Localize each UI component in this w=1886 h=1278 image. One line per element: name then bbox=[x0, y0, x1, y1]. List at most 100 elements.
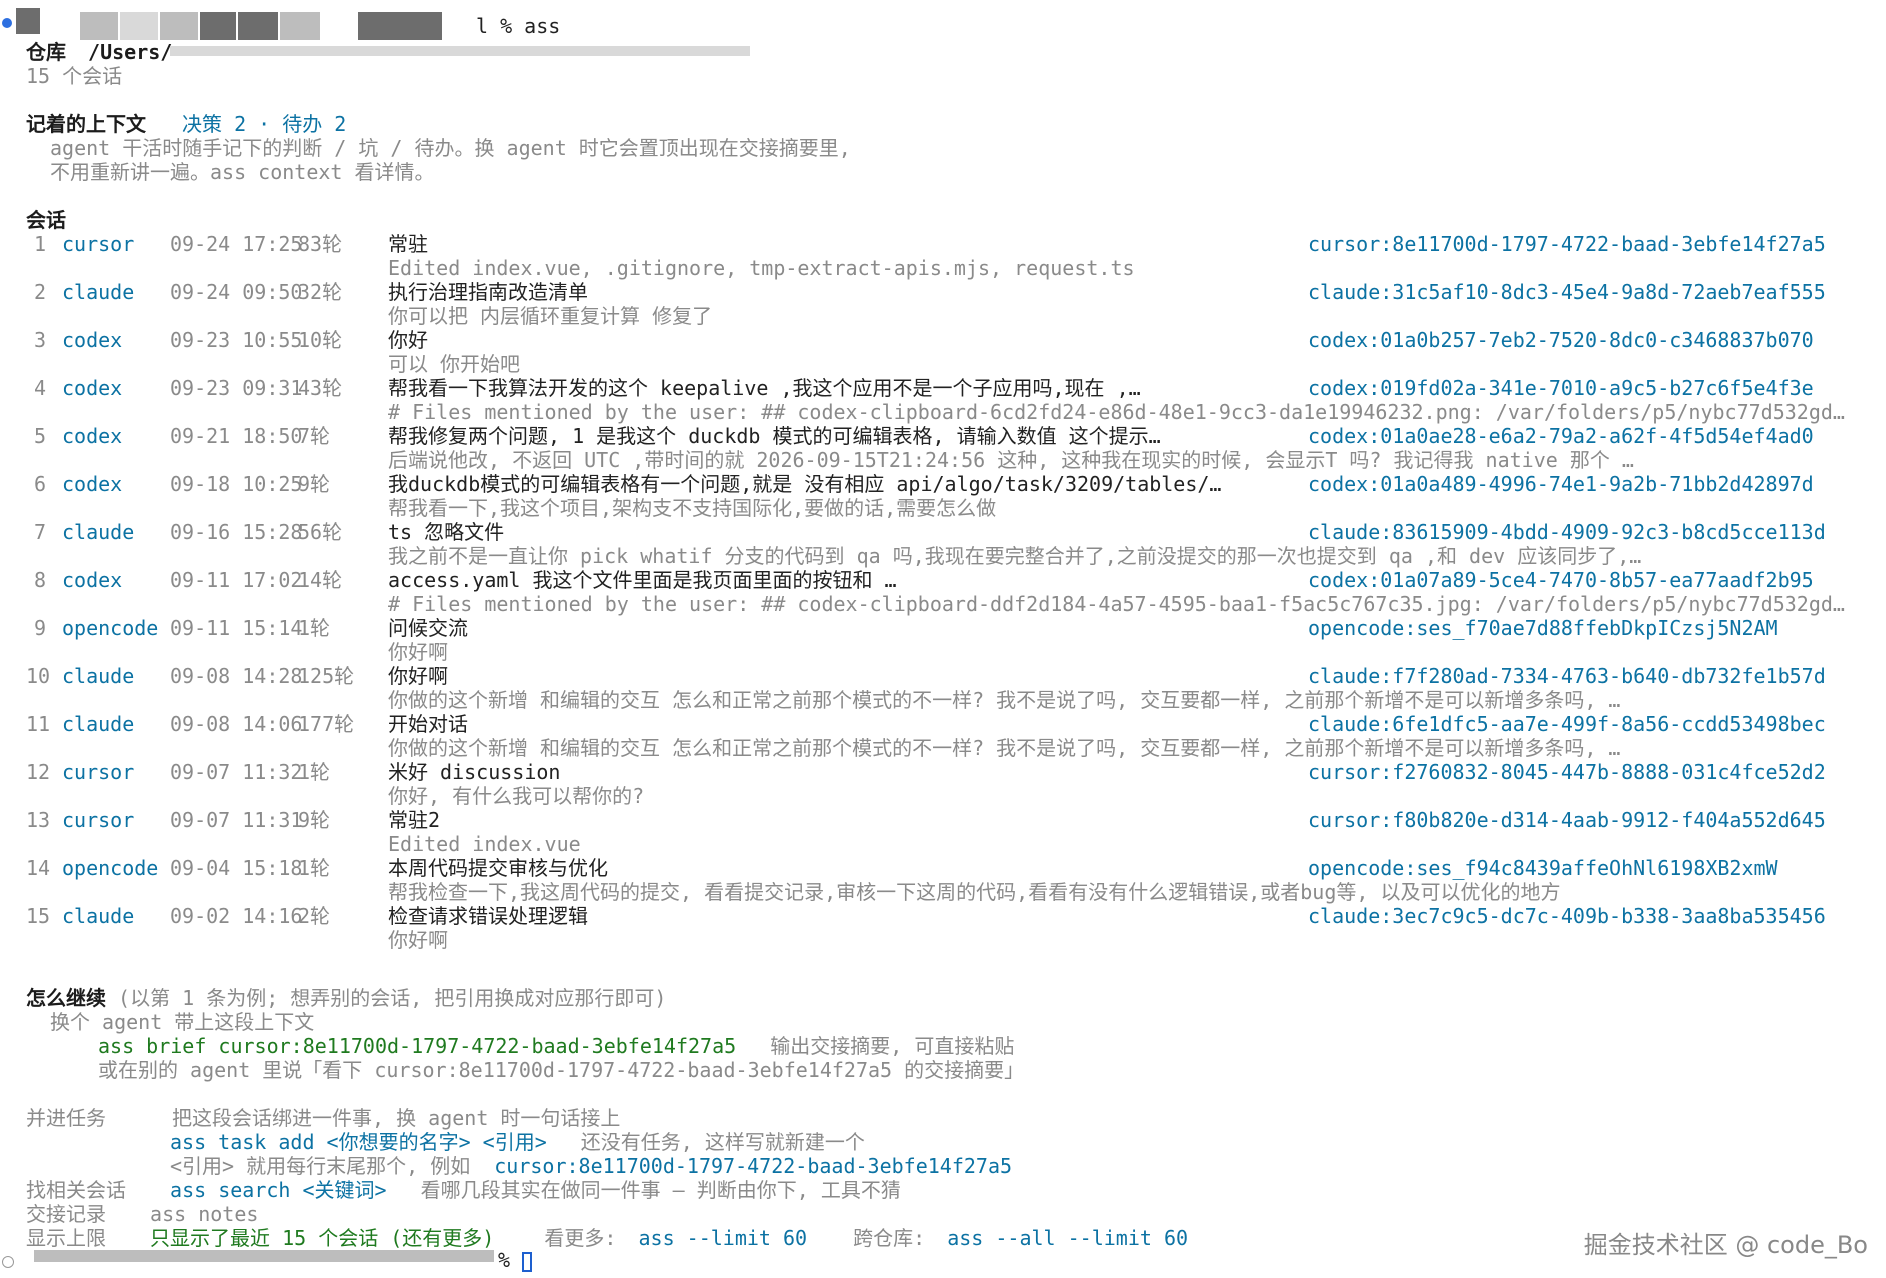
tasks-row: 并进任务 把这段会话绑进一件事, 换 agent 时一句话接上 bbox=[26, 1106, 620, 1130]
session-index: 2 bbox=[34, 280, 47, 304]
session-title: ts 忽略文件 bbox=[388, 520, 505, 544]
session-id[interactable]: claude:3ec7c9c5-dc7c-409b-b338-3aa8ba535… bbox=[1308, 904, 1826, 928]
session-title: 常驻 bbox=[388, 232, 428, 256]
task-ref-example[interactable]: cursor:8e11700d-1797-4722-baad-3ebfe14f2… bbox=[494, 1154, 1012, 1178]
blurred-region bbox=[80, 12, 118, 40]
session-id[interactable]: codex:01a07a89-5ce4-7470-8b57-ea77aadf2b… bbox=[1308, 568, 1814, 592]
task-add-command[interactable]: ass task add <你想要的名字> <引用> bbox=[170, 1130, 547, 1154]
session-id[interactable]: codex:01a0a489-4996-74e1-9a2b-71bb2d4289… bbox=[1308, 472, 1814, 496]
blurred-region bbox=[238, 12, 278, 40]
session-id[interactable]: codex:01a0ae28-e6a2-79a2-a62f-4f5d54ef4a… bbox=[1308, 424, 1814, 448]
session-time: 09-11 17:02 bbox=[170, 568, 303, 592]
tasks-desc: 把这段会话绑进一件事, 换 agent 时一句话接上 bbox=[172, 1106, 621, 1130]
session-detail: 后端说他改, 不返回 UTC ,带时间的就 2026-09-15T21:24:5… bbox=[388, 448, 1634, 472]
session-turns: 9轮 bbox=[298, 808, 331, 832]
repo-label: 仓库 bbox=[26, 40, 66, 64]
cross-command[interactable]: ass --all --limit 60 bbox=[947, 1226, 1188, 1250]
session-id[interactable]: claude:83615909-4bdd-4909-92c3-b8cd5cce1… bbox=[1308, 520, 1826, 544]
session-tool: opencode bbox=[62, 616, 159, 640]
limit-value: 只显示了最近 15 个会话 (还有更多) bbox=[150, 1226, 495, 1250]
continue-alt-text: 或在别的 agent 里说「看下 cursor:8e11700d-1797-47… bbox=[98, 1058, 1025, 1082]
context-line-1: agent 干活时随手记下的判断 / 坑 / 待办。换 agent 时它会置顶出… bbox=[50, 136, 851, 160]
session-id[interactable]: cursor:f2760832-8045-447b-8888-031c4fce5… bbox=[1308, 760, 1826, 784]
session-time: 09-24 09:50 bbox=[170, 280, 303, 304]
context-line-2: 不用重新讲一遍。ass context 看详情。 bbox=[50, 160, 435, 184]
session-tool: codex bbox=[62, 568, 123, 592]
session-id[interactable]: codex:019fd02a-341e-7010-a9c5-b27c6f5e4f… bbox=[1308, 376, 1814, 400]
task-ref-text: <引用> 就用每行末尾那个, 例如 bbox=[170, 1154, 471, 1178]
session-time: 09-07 11:31 bbox=[170, 808, 303, 832]
limit-label: 显示上限 bbox=[26, 1226, 106, 1250]
session-id[interactable]: opencode:ses_f94c8439affeOhNl6198XB2xmW bbox=[1308, 856, 1778, 880]
session-id[interactable]: cursor:8e11700d-1797-4722-baad-3ebfe14f2… bbox=[1308, 232, 1826, 256]
status-dot-icon bbox=[2, 1256, 14, 1268]
session-index: 4 bbox=[34, 376, 47, 400]
session-id[interactable]: cursor:f80b820e-d314-4aab-9912-f404a552d… bbox=[1308, 808, 1826, 832]
session-title: 你好 bbox=[388, 328, 428, 352]
session-id[interactable]: codex:01a0b257-7eb2-7520-8dc0-c3468837b0… bbox=[1308, 328, 1814, 352]
terminal-window[interactable]: l % ass 仓库 /Users/ 15 个会话 记着的上下文 决策 2 · … bbox=[0, 0, 1886, 1278]
notes-row: 交接记录 ass notes bbox=[26, 1202, 258, 1226]
session-time: 09-08 14:06 bbox=[170, 712, 303, 736]
session-count-text: 15 个会话 bbox=[26, 64, 123, 88]
session-time: 09-08 14:28 bbox=[170, 664, 303, 688]
blurred-region bbox=[358, 12, 442, 40]
session-detail: 你可以把 内层循环重复计算 修复了 bbox=[388, 304, 713, 328]
session-index: 14 bbox=[26, 856, 51, 880]
blurred-region bbox=[200, 12, 236, 40]
session-tool: claude bbox=[62, 520, 135, 544]
session-detail: 你做的这个新增 和编辑的交互 怎么和正常之前那个模式的不一样? 我不是说了吗, … bbox=[388, 688, 1621, 712]
session-title: 帮我修复两个问题, 1 是我这个 duckdb 模式的可编辑表格, 请输入数值 … bbox=[388, 424, 1161, 448]
command-prompt: l % ass bbox=[476, 14, 560, 38]
session-time: 09-04 15:18 bbox=[170, 856, 303, 880]
continue-brief-row: ass brief cursor:8e11700d-1797-4722-baad… bbox=[98, 1034, 1014, 1058]
session-index: 10 bbox=[26, 664, 51, 688]
session-index: 11 bbox=[26, 712, 51, 736]
session-index: 3 bbox=[34, 328, 47, 352]
context-header: 记着的上下文 决策 2 · 待办 2 bbox=[26, 112, 346, 136]
more-command[interactable]: ass --limit 60 bbox=[638, 1226, 807, 1250]
session-id[interactable]: claude:31c5af10-8dc3-45e4-9a8d-72aeb7eaf… bbox=[1308, 280, 1826, 304]
tasks-ref-row: <引用> 就用每行末尾那个, 例如 cursor:8e11700d-1797-4… bbox=[170, 1154, 1012, 1178]
session-id[interactable]: opencode:ses_f70ae7d88ffebDkpICzsj5N2AM bbox=[1308, 616, 1778, 640]
session-index: 6 bbox=[34, 472, 47, 496]
session-tool: opencode bbox=[62, 856, 159, 880]
session-id[interactable]: claude:6fe1dfc5-aa7e-499f-8a56-ccdd53498… bbox=[1308, 712, 1826, 736]
notes-command[interactable]: ass notes bbox=[150, 1202, 258, 1226]
session-detail: 可以 你开始吧 bbox=[388, 352, 521, 376]
session-title: 你好啊 bbox=[388, 664, 448, 688]
search-command[interactable]: ass search <关键词> bbox=[170, 1178, 387, 1202]
blurred-region bbox=[160, 12, 198, 40]
session-title: 米好 discussion bbox=[388, 760, 561, 784]
command-text: l % ass bbox=[476, 14, 561, 38]
session-index: 12 bbox=[26, 760, 51, 784]
session-turns: 56轮 bbox=[298, 520, 343, 544]
session-tool: codex bbox=[62, 424, 123, 448]
session-turns: 1轮 bbox=[298, 856, 331, 880]
brief-desc: 输出交接摘要, 可直接粘贴 bbox=[770, 1034, 1015, 1058]
brief-command[interactable]: ass brief cursor:8e11700d-1797-4722-baad… bbox=[98, 1034, 736, 1058]
session-detail: 你好啊 bbox=[388, 928, 448, 952]
session-id[interactable]: claude:f7f280ad-7334-4763-b640-db732fe1b… bbox=[1308, 664, 1826, 688]
session-index: 13 bbox=[26, 808, 51, 832]
blurred-region bbox=[280, 12, 320, 40]
session-index: 1 bbox=[34, 232, 47, 256]
find-label: 找相关会话 bbox=[26, 1178, 126, 1202]
search-desc: 看哪几段其实在做同一件事 — 判断由你下, 工具不猜 bbox=[420, 1178, 901, 1202]
text-cursor bbox=[522, 1252, 532, 1272]
prompt-line[interactable]: % bbox=[498, 1248, 510, 1272]
session-turns: 1轮 bbox=[298, 616, 331, 640]
sessions-title-text: 会话 bbox=[26, 208, 66, 232]
sessions-title: 会话 bbox=[26, 208, 66, 232]
watermark-text: 掘金技术社区 @ code_Bo bbox=[1583, 1231, 1868, 1259]
session-detail: # Files mentioned by the user: ## codex-… bbox=[388, 400, 1845, 424]
session-turns: 10轮 bbox=[298, 328, 343, 352]
session-tool: claude bbox=[62, 712, 135, 736]
session-title: 检查请求错误处理逻辑 bbox=[388, 904, 588, 928]
session-turns: 125轮 bbox=[298, 664, 355, 688]
repo-line: 仓库 /Users/ bbox=[26, 40, 172, 64]
more-label: 看更多: bbox=[544, 1226, 617, 1250]
session-index: 9 bbox=[34, 616, 47, 640]
blurred-region bbox=[34, 1250, 494, 1262]
session-detail: 帮我检查一下,我这周代码的提交, 看看提交记录,审核一下这周的代码,看看有没有什… bbox=[388, 880, 1561, 904]
